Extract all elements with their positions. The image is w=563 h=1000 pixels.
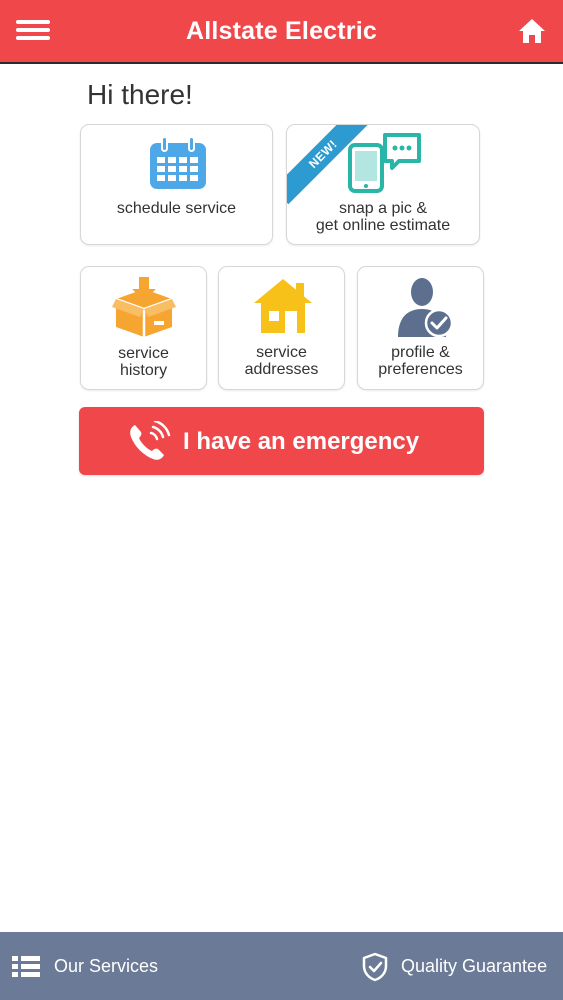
service-history-tile[interactable]: service history bbox=[80, 266, 207, 390]
service-addresses-tile[interactable]: service addresses bbox=[218, 266, 345, 390]
top-app-bar: Allstate Electric bbox=[0, 0, 563, 64]
emergency-button[interactable]: I have an emergency bbox=[79, 407, 484, 475]
snap-a-pic-label-line2: get online estimate bbox=[315, 217, 451, 234]
snap-a-pic-tile[interactable]: NEW! snap a pic & get online estimate bbox=[286, 124, 480, 245]
phone-chat-icon bbox=[347, 133, 423, 198]
house-icon bbox=[252, 277, 314, 340]
home-icon[interactable] bbox=[517, 17, 547, 45]
box-download-icon bbox=[112, 277, 176, 344]
calendar-icon bbox=[148, 135, 208, 196]
service-history-label-line2: history bbox=[119, 362, 168, 379]
service-addresses-label-line2: addresses bbox=[244, 361, 319, 378]
app-title: Allstate Electric bbox=[186, 17, 377, 45]
snap-a-pic-label-line1: snap a pic & bbox=[338, 200, 428, 217]
bottom-nav-bar: Our Services Quality Guarantee bbox=[0, 932, 563, 1000]
emergency-button-label: I have an emergency bbox=[183, 428, 420, 455]
quality-guarantee-label: Quality Guarantee bbox=[401, 956, 548, 976]
service-history-label-line1: service bbox=[118, 345, 169, 362]
list-icon bbox=[12, 956, 40, 983]
schedule-service-label: schedule service bbox=[116, 200, 237, 217]
service-addresses-label-line1: service bbox=[256, 344, 307, 361]
profile-preferences-tile[interactable]: profile & preferences bbox=[357, 266, 484, 390]
profile-preferences-label-line1: profile & bbox=[391, 344, 450, 361]
our-services-label: Our Services bbox=[54, 956, 159, 976]
shield-check-icon bbox=[362, 952, 388, 987]
schedule-service-tile[interactable]: schedule service bbox=[80, 124, 273, 245]
greeting-text: Hi there! bbox=[87, 79, 193, 110]
quality-guarantee-nav[interactable]: Quality Guarantee bbox=[360, 932, 560, 1000]
phone-ringing-icon bbox=[127, 419, 171, 466]
profile-preferences-label-line2: preferences bbox=[378, 361, 463, 378]
our-services-nav[interactable]: Our Services bbox=[10, 932, 180, 1000]
user-check-icon bbox=[396, 275, 456, 344]
